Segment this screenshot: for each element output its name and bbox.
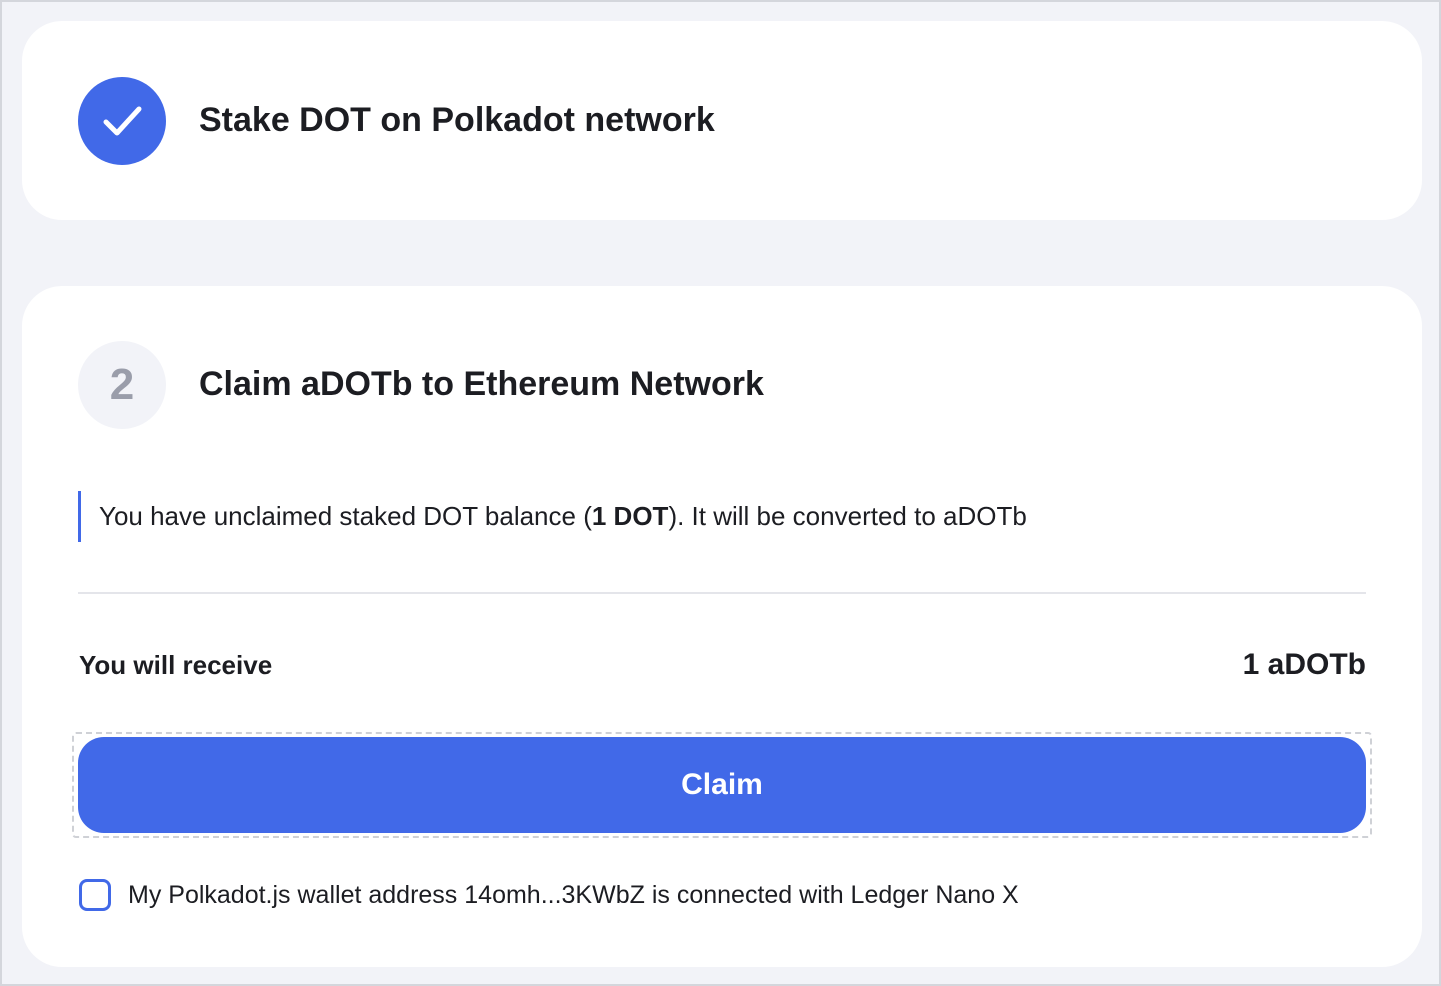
check-icon (103, 106, 142, 136)
step-1-title: Stake DOT on Polkadot network (199, 101, 715, 139)
notice-suffix: ). It will be converted to aDOTb (668, 501, 1027, 531)
step-2-title: Claim aDOTb to Ethereum Network (199, 365, 764, 403)
receive-label: You will receive (79, 650, 273, 680)
notice-prefix: You have unclaimed staked DOT balance ( (99, 501, 592, 531)
step-2-card: 2 Claim aDOTb to Ethereum Network You ha… (22, 286, 1422, 967)
claim-button[interactable]: Claim (78, 737, 1366, 833)
ledger-confirm-checkbox[interactable] (79, 879, 111, 911)
divider (78, 592, 1366, 594)
notice-amount: 1 DOT (591, 501, 669, 531)
step-1-complete-badge (78, 77, 166, 165)
step-2-number-badge: 2 (78, 341, 166, 429)
ledger-confirm-label[interactable]: My Polkadot.js wallet address 14omh...3K… (128, 881, 1019, 910)
ledger-confirm-row[interactable]: My Polkadot.js wallet address 14omh...3K… (78, 879, 1019, 911)
step-1-card: Stake DOT on Polkadot network (22, 21, 1422, 220)
page-frame: Stake DOT on Polkadot network 2 Claim aD… (0, 0, 1441, 986)
receive-amount: 1 aDOTb (1242, 648, 1366, 681)
step-2-number: 2 (109, 360, 135, 409)
unclaimed-balance-notice: You have unclaimed staked DOT balance (1… (78, 491, 1027, 542)
